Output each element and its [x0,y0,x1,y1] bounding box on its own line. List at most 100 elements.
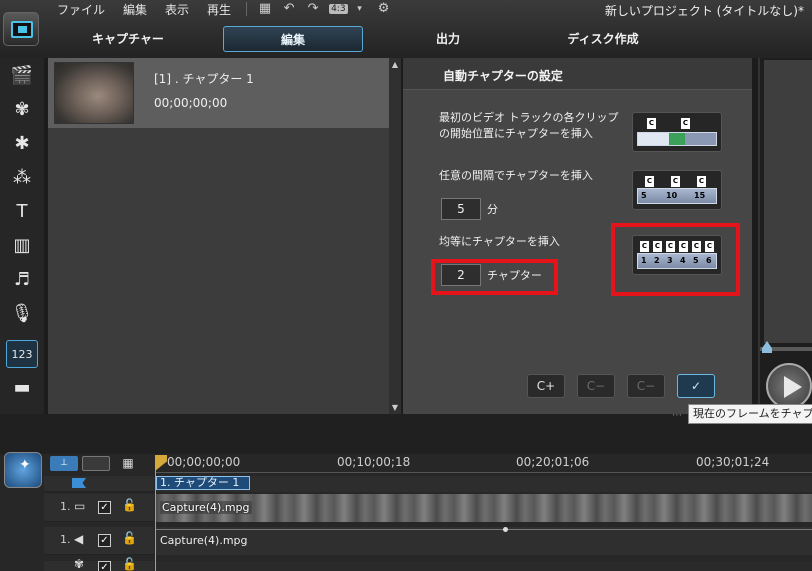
transition-icon[interactable]: ✾ [6,96,38,124]
window-title: 新しいプロジェクト (タイトルなし)* [604,4,804,18]
timecode-label: 00;20;01;06 [516,455,590,469]
audio-clip-label[interactable]: Capture(4).mpg [160,534,248,547]
chapter-flag-icon: C [647,118,656,129]
track-number: 1. [60,500,71,513]
highlight-box-equal-icon [611,223,740,296]
ruler-tick-label: 15 [694,191,706,200]
panel-header: 自動チャプターの設定 [403,58,752,90]
resize-grip-icon[interactable]: ⋯ [672,410,682,421]
ruler-tick-label: 10 [666,191,678,200]
timecode-label: 00;10;00;18 [337,455,411,469]
insert-at-interval-button[interactable]: C C C 5 10 15 [632,170,722,210]
track-enable-checkbox[interactable]: ✓ [98,561,111,571]
magic-tools-icon[interactable] [4,452,42,488]
tab-edit[interactable]: 編集 [223,26,363,52]
add-chapter-button[interactable]: C+ [527,374,565,398]
preview-screen [764,60,812,343]
subtitle-icon[interactable]: ▬ [6,374,38,402]
speaker-icon: ◀ [74,532,84,546]
track-enable-checkbox[interactable]: ✓ [98,534,111,547]
particle-icon[interactable]: ⁂ [6,164,38,192]
option-clip-start-label: 最初のビデオ トラックの各クリップの開始位置にチャプターを挿入 [439,111,619,140]
library-scrollbar[interactable]: ▲ ▼ [389,58,401,414]
effect-icon[interactable]: ✱ [6,130,38,158]
video-track-header: 1. ▭ ✓ 🔓 [44,494,154,522]
menu-view[interactable]: 表示 [156,1,198,18]
redo-icon[interactable]: ↷ [304,1,322,17]
menu-separator [246,2,248,16]
ruler-tick-label: 5 [641,191,647,200]
chapter-timecode: 00;00;00;00 [154,96,228,110]
video-clip-label[interactable]: Capture(4).mpg [160,501,252,514]
track-enable-checkbox[interactable]: ✓ [98,501,111,514]
room-toolbar: 🎬 ✾ ✱ ⁂ T ▥ ♬ 🎙 123 ▬ [0,58,44,414]
timeline-ruler[interactable]: 00;00;00;00 00;10;00;18 00;20;01;06 00;3… [155,455,812,473]
set-current-frame-button[interactable]: ✓ [677,374,715,398]
timecode-label: 00;30;01;24 [696,455,770,469]
chapter-icon[interactable]: 123 [6,340,38,368]
view-toggle-button[interactable] [82,456,110,471]
menu-edit[interactable]: 編集 [114,1,156,18]
auto-chapter-panel: 自動チャプターの設定 最初のビデオ トラックの各クリップの開始位置にチャプターを… [403,58,752,414]
video-track: Capture(4).mpg [156,494,812,522]
menu-playback[interactable]: 再生 [198,1,240,18]
unlock-icon[interactable]: 🔓 [122,498,137,512]
chapter-track-header [44,476,154,492]
media-library-icon[interactable]: 🎬 [6,62,38,90]
tab-output[interactable]: 出力 [378,26,518,52]
interval-unit-label: 分 [487,203,498,216]
playhead-line [155,470,156,571]
interval-ruler-icon: 5 10 15 [637,188,717,204]
volume-line[interactable] [156,529,812,530]
remove-chapter-button[interactable]: C− [577,374,615,398]
track-number: 1. [60,533,71,546]
app-logo-icon[interactable] [3,12,39,46]
chapter-action-buttons: C+ C− C− ✓ [527,374,727,398]
video-track-icon: ▭ [74,499,86,513]
effect-track-icon: ✾ [74,557,85,571]
option-interval-label: 任意の間隔でチャプターを挿入 [439,169,593,182]
effect-track [156,561,812,571]
tab-disc-creation[interactable]: ディスク作成 [533,26,673,52]
tab-capture[interactable]: キャプチャー [58,26,198,52]
audio-track: Capture(4).mpg [156,527,812,555]
chapter-flag-icon: C [645,176,654,187]
play-button[interactable] [766,363,812,409]
insert-at-clips-button[interactable]: C C [632,112,722,152]
tooltip: 現在のフレームをチャプター [688,404,812,424]
unlock-icon[interactable]: 🔓 [122,557,137,571]
highlight-box-chapter-count [431,259,558,295]
title-icon[interactable]: T [6,198,38,226]
timecode-label: 00;00;00;00 [167,455,241,469]
pip-icon[interactable]: ▥ [6,232,38,260]
dropdown-arrow-icon[interactable]: ▾ [351,1,369,17]
interval-input[interactable]: 5 [441,198,481,220]
timeline-tools: ⊥ ▦ [50,456,146,471]
menu-file[interactable]: ファイル [48,1,114,18]
narration-icon[interactable]: 🎙 [6,300,38,328]
menu-bar: ファイル 編集 表示 再生 ▦ ↶ ↷ 4:3 ▾ ⚙ [48,0,396,18]
chapter-marker[interactable]: 1. チャプター 1 [156,476,250,490]
audio-track-header: 1. ◀ ✓ 🔓 [44,527,154,555]
effect-track-header: ✾ ✓ 🔓 [44,557,154,571]
remove-all-chapters-button[interactable]: C− [627,374,665,398]
volume-keyframe[interactable] [503,527,508,532]
chapter-name: [1] . チャプター 1 [154,72,254,86]
chapter-flag-icon: C [681,118,690,129]
audio-icon[interactable]: ♬ [6,266,38,294]
chapter-library: [1] . チャプター 1 00;00;00;00 [48,58,389,414]
main-tabs: キャプチャー 編集 出力 ディスク作成 [58,26,688,52]
undo-icon[interactable]: ↶ [280,1,298,17]
option-equal-label: 均等にチャプターを挿入 [439,235,560,248]
panel-title: 自動チャプターの設定 [443,69,563,83]
library-chapter-item[interactable]: [1] . チャプター 1 00;00;00;00 [48,58,389,128]
save-icon[interactable]: ▦ [256,1,274,17]
scroll-up-icon[interactable]: ▲ [389,60,401,69]
settings-gear-icon[interactable]: ⚙ [375,1,393,17]
track-manager-icon[interactable]: ▦ [114,456,142,471]
fit-timeline-icon[interactable]: ⊥ [50,456,78,471]
chapter-thumbnail [54,62,134,124]
aspect-ratio-selector[interactable]: 4:3 [329,4,348,14]
unlock-icon[interactable]: 🔓 [122,531,137,545]
scroll-down-icon[interactable]: ▼ [389,403,401,412]
